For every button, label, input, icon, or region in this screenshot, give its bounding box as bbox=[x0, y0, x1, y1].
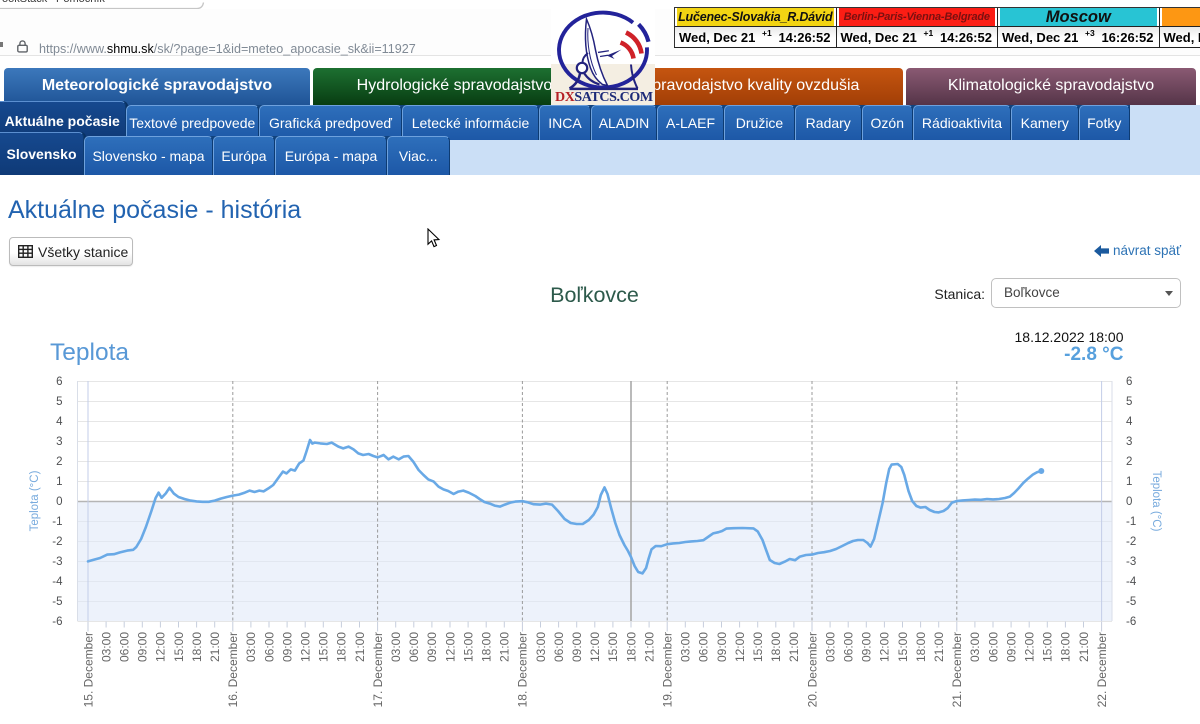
svg-text:09:00: 09:00 bbox=[570, 632, 584, 662]
svg-text:0: 0 bbox=[1126, 496, 1132, 508]
svg-text:-2: -2 bbox=[1126, 536, 1136, 548]
svg-text:15:00: 15:00 bbox=[461, 632, 475, 662]
svg-text:03:00: 03:00 bbox=[679, 632, 693, 662]
svg-text:15:00: 15:00 bbox=[896, 632, 910, 662]
svg-text:21:00: 21:00 bbox=[932, 632, 946, 662]
svg-text:-5: -5 bbox=[1126, 596, 1136, 608]
svg-text:0: 0 bbox=[56, 496, 62, 508]
svg-text:-3: -3 bbox=[52, 556, 62, 568]
svg-text:20. December: 20. December bbox=[805, 632, 819, 707]
svg-text:09:00: 09:00 bbox=[715, 632, 729, 662]
svg-text:1: 1 bbox=[1126, 476, 1132, 488]
svg-text:12:00: 12:00 bbox=[878, 632, 892, 662]
svg-text:21:00: 21:00 bbox=[787, 632, 801, 662]
svg-text:15:00: 15:00 bbox=[606, 632, 620, 662]
svg-text:03:00: 03:00 bbox=[389, 632, 403, 662]
svg-text:03:00: 03:00 bbox=[244, 632, 258, 662]
svg-text:-6: -6 bbox=[52, 616, 62, 628]
svg-text:15. December: 15. December bbox=[81, 632, 95, 707]
svg-text:03:00: 03:00 bbox=[968, 632, 982, 662]
svg-text:06:00: 06:00 bbox=[842, 632, 856, 662]
svg-text:Teplota (°C): Teplota (°C) bbox=[1150, 471, 1162, 532]
svg-text:-3: -3 bbox=[1126, 556, 1136, 568]
svg-text:19. December: 19. December bbox=[661, 632, 675, 707]
svg-text:09:00: 09:00 bbox=[136, 632, 150, 662]
svg-text:06:00: 06:00 bbox=[552, 632, 566, 662]
svg-text:18:00: 18:00 bbox=[335, 632, 349, 662]
svg-text:12:00: 12:00 bbox=[299, 632, 313, 662]
svg-text:18. December: 18. December bbox=[516, 632, 530, 707]
svg-text:03:00: 03:00 bbox=[99, 632, 113, 662]
svg-text:17. December: 17. December bbox=[371, 632, 385, 707]
svg-text:18:00: 18:00 bbox=[190, 632, 204, 662]
svg-text:4: 4 bbox=[1126, 416, 1133, 428]
svg-text:-2: -2 bbox=[52, 536, 62, 548]
svg-text:1: 1 bbox=[56, 476, 62, 488]
svg-text:21:00: 21:00 bbox=[498, 632, 512, 662]
svg-text:09:00: 09:00 bbox=[1004, 632, 1018, 662]
svg-text:21:00: 21:00 bbox=[1077, 632, 1091, 662]
svg-text:16. December: 16. December bbox=[226, 632, 240, 707]
svg-text:12:00: 12:00 bbox=[1023, 632, 1037, 662]
svg-text:06:00: 06:00 bbox=[986, 632, 1000, 662]
svg-text:15:00: 15:00 bbox=[172, 632, 186, 662]
svg-text:06:00: 06:00 bbox=[262, 632, 276, 662]
svg-text:06:00: 06:00 bbox=[697, 632, 711, 662]
svg-text:06:00: 06:00 bbox=[407, 632, 421, 662]
svg-text:-4: -4 bbox=[52, 576, 63, 588]
svg-text:6: 6 bbox=[56, 376, 62, 388]
svg-text:18:00: 18:00 bbox=[769, 632, 783, 662]
svg-text:2: 2 bbox=[56, 456, 62, 468]
svg-text:5: 5 bbox=[56, 396, 62, 408]
svg-text:03:00: 03:00 bbox=[534, 632, 548, 662]
svg-text:3: 3 bbox=[1126, 436, 1132, 448]
svg-text:5: 5 bbox=[1126, 396, 1132, 408]
svg-text:18:00: 18:00 bbox=[624, 632, 638, 662]
svg-text:-1: -1 bbox=[1126, 516, 1136, 528]
svg-text:09:00: 09:00 bbox=[425, 632, 439, 662]
svg-text:6: 6 bbox=[1126, 376, 1132, 388]
svg-text:12:00: 12:00 bbox=[443, 632, 457, 662]
svg-text:12:00: 12:00 bbox=[588, 632, 602, 662]
svg-text:Teplota (°C): Teplota (°C) bbox=[29, 470, 41, 531]
svg-text:09:00: 09:00 bbox=[280, 632, 294, 662]
svg-text:4: 4 bbox=[56, 416, 63, 428]
svg-text:21:00: 21:00 bbox=[208, 632, 222, 662]
svg-text:22. December: 22. December bbox=[1095, 632, 1109, 707]
svg-text:18:00: 18:00 bbox=[914, 632, 928, 662]
svg-text:2: 2 bbox=[1126, 456, 1132, 468]
svg-text:09:00: 09:00 bbox=[860, 632, 874, 662]
svg-text:15:00: 15:00 bbox=[317, 632, 331, 662]
svg-text:-1: -1 bbox=[52, 516, 62, 528]
svg-text:21:00: 21:00 bbox=[353, 632, 367, 662]
svg-text:-5: -5 bbox=[52, 596, 62, 608]
svg-text:21. December: 21. December bbox=[950, 632, 964, 707]
svg-text:06:00: 06:00 bbox=[118, 632, 132, 662]
svg-text:12:00: 12:00 bbox=[154, 632, 168, 662]
svg-text:-4: -4 bbox=[1126, 576, 1137, 588]
svg-text:3: 3 bbox=[56, 436, 62, 448]
svg-text:15:00: 15:00 bbox=[751, 632, 765, 662]
svg-text:03:00: 03:00 bbox=[823, 632, 837, 662]
svg-text:21:00: 21:00 bbox=[642, 632, 656, 662]
svg-text:15:00: 15:00 bbox=[1041, 632, 1055, 662]
svg-text:18:00: 18:00 bbox=[1059, 632, 1073, 662]
svg-text:12:00: 12:00 bbox=[733, 632, 747, 662]
svg-text:-6: -6 bbox=[1126, 616, 1136, 628]
svg-text:18:00: 18:00 bbox=[480, 632, 494, 662]
